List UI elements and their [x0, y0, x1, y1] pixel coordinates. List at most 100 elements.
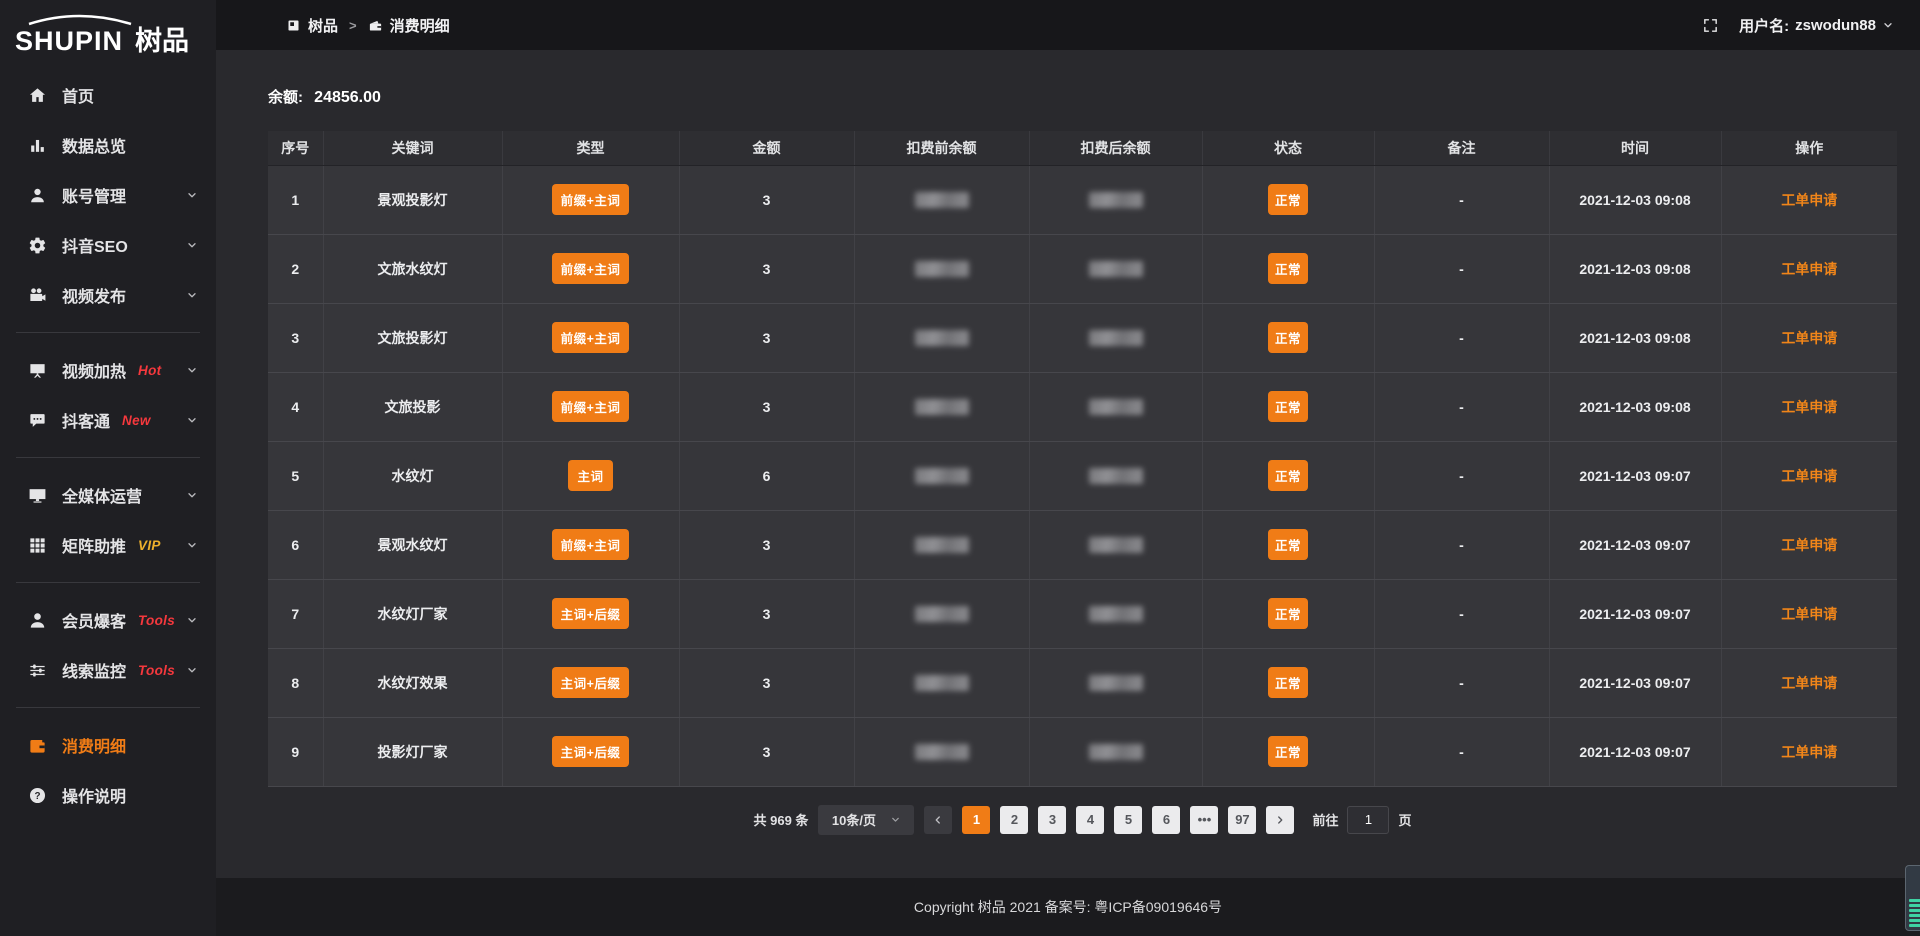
cell-balance-after — [1029, 303, 1202, 372]
cell-balance-after — [1029, 372, 1202, 441]
chevron-down-icon — [186, 489, 198, 501]
pagination: 共 969 条 10条/页 123456•••97 前往 页 — [268, 805, 1897, 835]
page-button-97[interactable]: 97 — [1228, 806, 1256, 834]
sidebar-item-member-baoke[interactable]: 会员爆客Tools — [0, 595, 216, 645]
cell-index: 1 — [268, 165, 323, 234]
svg-text:?: ? — [34, 790, 40, 801]
cell-balance-before — [854, 510, 1029, 579]
page-ellipsis-button[interactable]: ••• — [1190, 806, 1218, 834]
sidebar-item-matrix-boost[interactable]: 矩阵助推 VIP — [0, 520, 216, 570]
chart-icon — [28, 136, 47, 155]
type-badge: 前缀+主词 — [552, 253, 630, 284]
cell-amount: 3 — [679, 510, 854, 579]
sidebar-divider — [16, 457, 200, 458]
sidebar-item-label: 消费明细 — [62, 733, 126, 757]
masked-balance-after — [1089, 675, 1143, 691]
sidebar-item-account-management[interactable]: 账号管理 — [0, 170, 216, 220]
user-menu[interactable]: 用户名: zswodun88 — [1739, 15, 1894, 36]
table-row: 4文旅投影前缀+主词3正常-2021-12-03 09:08工单申请 — [268, 372, 1897, 441]
work-order-link[interactable]: 工单申请 — [1781, 606, 1837, 622]
table-row: 3文旅投影灯前缀+主词3正常-2021-12-03 09:08工单申请 — [268, 303, 1897, 372]
status-badge: 正常 — [1268, 667, 1308, 698]
cell-action: 工单申请 — [1721, 372, 1897, 441]
cell-status: 正常 — [1202, 303, 1374, 372]
type-badge: 主词+后缀 — [552, 667, 630, 698]
cell-amount: 3 — [679, 234, 854, 303]
cell-status: 正常 — [1202, 234, 1374, 303]
work-order-link[interactable]: 工单申请 — [1781, 399, 1837, 415]
sidebar-item-video-publish[interactable]: 视频发布 — [0, 270, 216, 320]
cell-remark: - — [1374, 165, 1549, 234]
logo-text-en: SHUPIN — [15, 26, 123, 56]
sidebar-item-badge: Tools — [138, 613, 175, 628]
sidebar-item-douyin-seo[interactable]: 抖音SEO — [0, 220, 216, 270]
table-row: 8水纹灯效果主词+后缀3正常-2021-12-03 09:07工单申请 — [268, 648, 1897, 717]
column-header-status: 状态 — [1202, 131, 1374, 165]
cell-status: 正常 — [1202, 372, 1374, 441]
sidebar-item-douketong[interactable]: 抖客通New — [0, 395, 216, 445]
page-button-3[interactable]: 3 — [1038, 806, 1066, 834]
sidebar-item-video-heat[interactable]: 视频加热Hot — [0, 345, 216, 395]
sidebar-item-consumption-detail[interactable]: 消费明细 — [0, 720, 216, 770]
cell-action: 工单申请 — [1721, 648, 1897, 717]
table-row: 5水纹灯主词6正常-2021-12-03 09:07工单申请 — [268, 441, 1897, 510]
work-order-link[interactable]: 工单申请 — [1781, 192, 1837, 208]
sidebar-item-label: 线索监控 — [62, 658, 126, 682]
work-order-link[interactable]: 工单申请 — [1781, 261, 1837, 277]
work-order-link[interactable]: 工单申请 — [1781, 468, 1837, 484]
work-order-link[interactable]: 工单申请 — [1781, 675, 1837, 691]
prev-page-button[interactable] — [924, 806, 952, 834]
username-value: zswodun88 — [1795, 17, 1876, 34]
goto-page-input[interactable] — [1347, 806, 1389, 834]
cell-action: 工单申请 — [1721, 717, 1897, 786]
sidebar-menu: 首页数据总览账号管理抖音SEO视频发布视频加热Hot抖客通New 全媒体运营矩阵助… — [0, 70, 216, 820]
cell-action: 工单申请 — [1721, 510, 1897, 579]
floating-tool-widget[interactable] — [1905, 865, 1920, 931]
chevron-down-icon — [186, 664, 198, 676]
cell-remark: - — [1374, 510, 1549, 579]
cell-status: 正常 — [1202, 579, 1374, 648]
status-badge: 正常 — [1268, 598, 1308, 629]
page-size-select[interactable]: 10条/页 — [818, 805, 914, 835]
question-icon: ? — [28, 786, 47, 805]
sidebar-item-badge: VIP — [138, 538, 161, 553]
cell-amount: 3 — [679, 579, 854, 648]
work-order-link[interactable]: 工单申请 — [1781, 744, 1837, 760]
cell-action: 工单申请 — [1721, 165, 1897, 234]
type-badge: 前缀+主词 — [552, 184, 630, 215]
page-size-value: 10条/页 — [832, 810, 876, 829]
breadcrumb-item-current[interactable]: 消费明细 — [368, 15, 450, 36]
cell-status: 正常 — [1202, 717, 1374, 786]
cell-status: 正常 — [1202, 441, 1374, 510]
sidebar-item-data-overview[interactable]: 数据总览 — [0, 120, 216, 170]
work-order-link[interactable]: 工单申请 — [1781, 537, 1837, 553]
sidebar-item-label: 矩阵助推 — [62, 533, 126, 557]
sidebar-item-home[interactable]: 首页 — [0, 70, 216, 120]
fullscreen-icon[interactable] — [1702, 17, 1719, 34]
sidebar-item-media-operation[interactable]: 全媒体运营 — [0, 470, 216, 520]
cell-time: 2021-12-03 09:07 — [1549, 510, 1721, 579]
page-button-5[interactable]: 5 — [1114, 806, 1142, 834]
masked-balance-after — [1089, 330, 1143, 346]
masked-balance-after — [1089, 468, 1143, 484]
balance-value: 24856.00 — [314, 89, 381, 106]
page-button-4[interactable]: 4 — [1076, 806, 1104, 834]
cell-amount: 3 — [679, 648, 854, 717]
cell-balance-before — [854, 303, 1029, 372]
next-page-button[interactable] — [1266, 806, 1294, 834]
cell-status: 正常 — [1202, 510, 1374, 579]
sidebar-item-instructions[interactable]: ?操作说明 — [0, 770, 216, 820]
app-logo[interactable]: SHUPIN 树品 — [0, 0, 216, 58]
breadcrumb-item-home[interactable]: 树品 — [286, 15, 338, 36]
topbar: 树品 > 消费明细 用户名: zswodun88 — [216, 0, 1920, 50]
masked-balance-before — [915, 192, 969, 208]
type-badge: 前缀+主词 — [552, 391, 630, 422]
sidebar-item-label: 全媒体运营 — [62, 483, 142, 507]
sidebar-item-lead-monitor[interactable]: 线索监控Tools — [0, 645, 216, 695]
page-button-2[interactable]: 2 — [1000, 806, 1028, 834]
page-button-6[interactable]: 6 — [1152, 806, 1180, 834]
page-button-1[interactable]: 1 — [962, 806, 990, 834]
chevron-down-icon — [186, 539, 198, 551]
work-order-link[interactable]: 工单申请 — [1781, 330, 1837, 346]
cell-type: 主词+后缀 — [502, 579, 679, 648]
